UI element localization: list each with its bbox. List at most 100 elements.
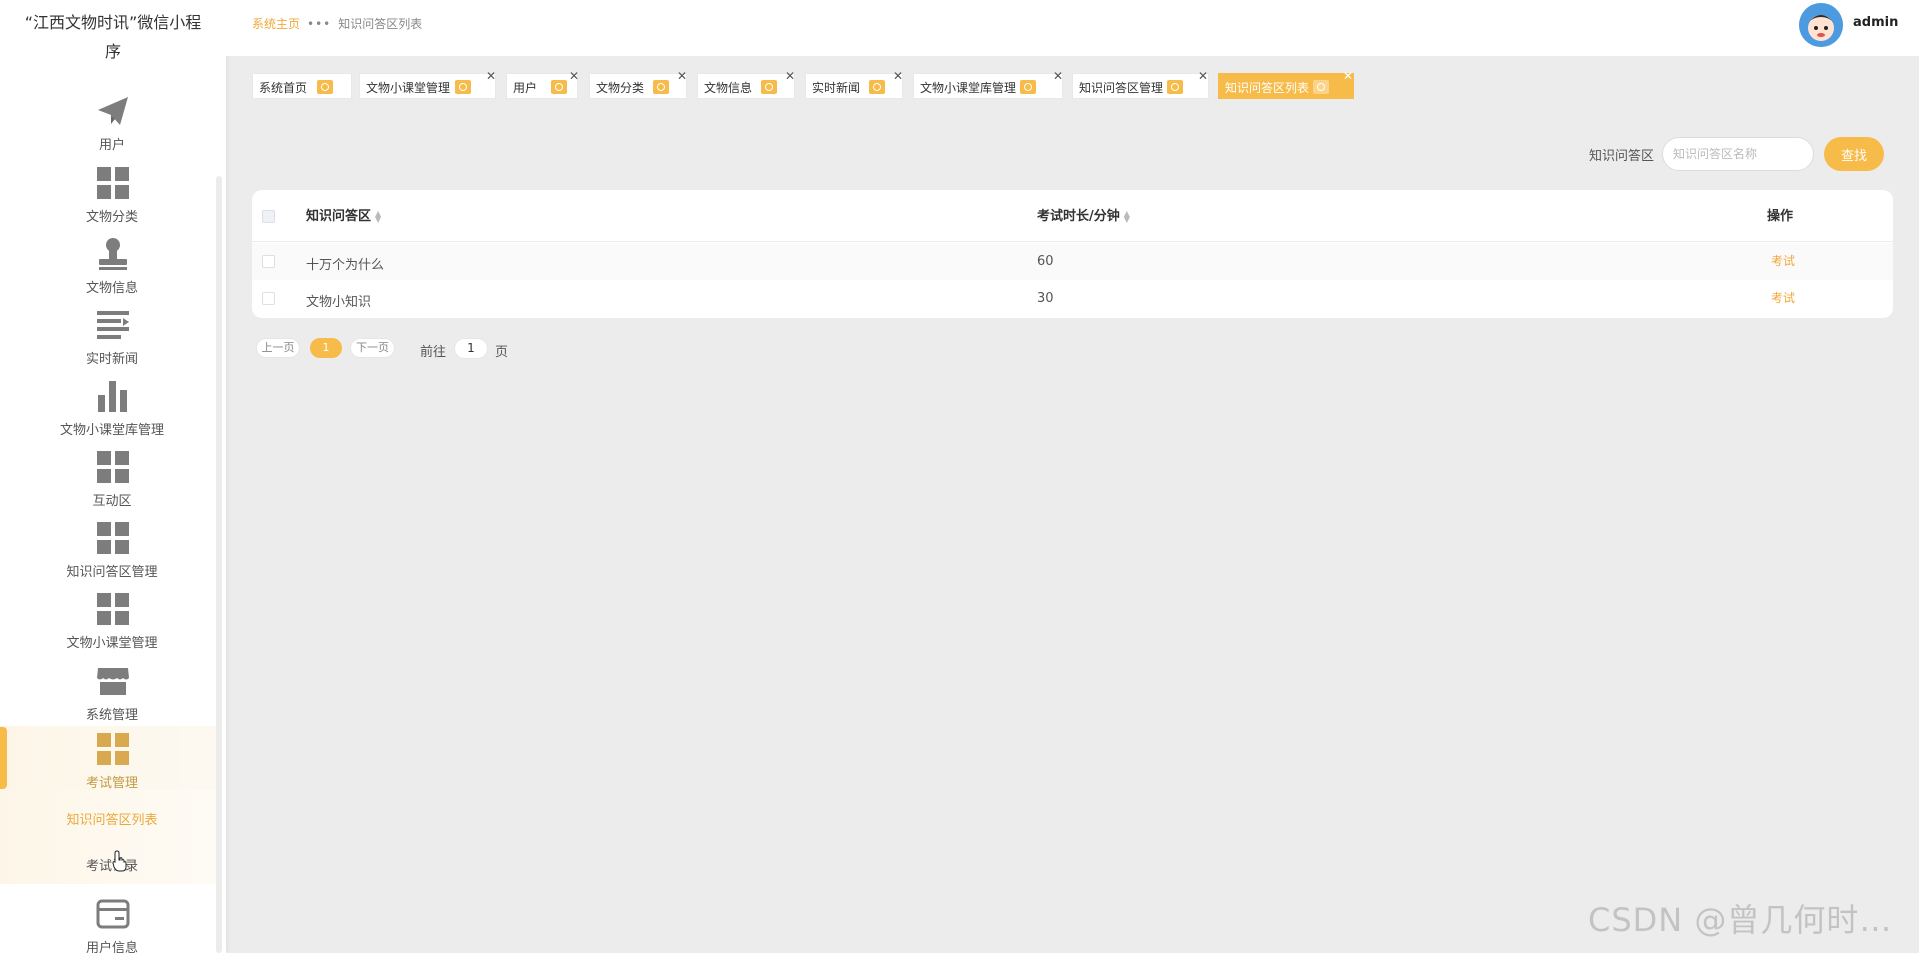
search-label: 知识问答区 bbox=[1589, 149, 1655, 164]
column-header-actions: 操作 bbox=[1767, 209, 1794, 224]
sidebar-item-interaction[interactable]: 互动区 bbox=[0, 446, 220, 516]
tag-qa-management[interactable]: 知识问答区管理 ✕ bbox=[1072, 70, 1209, 99]
sidebar-item-label: 文物信息 bbox=[85, 281, 138, 296]
tag-label: 知识问答区列表 bbox=[1225, 81, 1310, 95]
tag-users[interactable]: 用户 ✕ bbox=[506, 70, 579, 99]
tag-qa-list[interactable]: 知识问答区列表 ✕ bbox=[1218, 70, 1354, 99]
avatar[interactable] bbox=[1799, 3, 1843, 47]
data-table: 知识问答区 ▲ ▼ 考试时长/分钟 ▲ ▼ 操作 十万个为什么 60 考试 文物小知识 … bbox=[252, 190, 1893, 318]
search-button[interactable]: 查找 bbox=[1824, 137, 1884, 171]
sidebar-item-label: 系统管理 bbox=[85, 708, 138, 723]
tag-label: 文物信息 bbox=[704, 81, 753, 95]
paper-plane-icon bbox=[98, 97, 128, 125]
goto-page-input[interactable]: 1 bbox=[454, 338, 488, 359]
tag-badge-icon bbox=[551, 80, 567, 94]
tag-label: 系统首页 bbox=[259, 81, 308, 95]
tag-badge-icon bbox=[1313, 80, 1329, 94]
list-icon bbox=[97, 311, 129, 339]
goto-label: 前往 bbox=[420, 345, 447, 360]
tag-badge-icon bbox=[761, 80, 777, 94]
app-title: “江西文物时讯”微信小程序 bbox=[24, 13, 202, 61]
tag-label: 文物小课堂库管理 bbox=[920, 81, 1017, 95]
sidebar-item-relic-category[interactable]: 文物分类 bbox=[0, 162, 220, 232]
next-page-button[interactable]: 下一页 bbox=[350, 338, 395, 358]
sidebar-item-user-info[interactable]: 用户信息 bbox=[0, 893, 220, 953]
close-icon[interactable]: ✕ bbox=[486, 70, 496, 82]
tag-badge-icon bbox=[455, 80, 471, 94]
tag-classroom-management[interactable]: 文物小课堂管理 ✕ bbox=[359, 70, 496, 99]
prev-page-button[interactable]: 上一页 bbox=[256, 338, 300, 358]
close-icon[interactable]: ✕ bbox=[1053, 70, 1063, 82]
close-icon[interactable]: ✕ bbox=[677, 70, 687, 82]
breadcrumb: 系统主页 ••• 知识问答区列表 bbox=[252, 15, 422, 32]
sidebar-item-label: 考试管理 bbox=[85, 776, 138, 791]
tag-label: 用户 bbox=[513, 81, 538, 95]
sidebar-scrollbar[interactable] bbox=[216, 176, 222, 953]
top-header: 系统主页 ••• 知识问答区列表 admin bbox=[226, 0, 1919, 56]
tag-classroom-library[interactable]: 文物小课堂库管理 ✕ bbox=[913, 70, 1063, 99]
card-icon bbox=[96, 899, 130, 929]
sidebar-item-label: 文物小课堂管理 bbox=[66, 636, 158, 651]
sidebar-item-qa-management[interactable]: 知识问答区管理 bbox=[0, 517, 220, 587]
tag-badge-icon bbox=[1020, 80, 1036, 94]
sidebar-item-exam-management[interactable]: 考试管理 bbox=[0, 726, 220, 796]
sidebar-item-label: 实时新闻 bbox=[85, 352, 138, 367]
tag-label: 知识问答区管理 bbox=[1079, 81, 1164, 95]
sidebar-item-users[interactable]: 用户 bbox=[0, 90, 220, 160]
watermark: CSDN @曾几何时… bbox=[1588, 901, 1893, 939]
close-icon[interactable]: ✕ bbox=[1198, 70, 1208, 82]
stamp-icon bbox=[99, 238, 127, 270]
sidebar-item-classroom-library[interactable]: 文物小课堂库管理 bbox=[0, 375, 220, 445]
avatar-image-icon bbox=[1799, 3, 1843, 47]
row-checkbox[interactable] bbox=[262, 292, 275, 305]
tag-label: 文物分类 bbox=[596, 81, 645, 95]
sidebar-item-system-management[interactable]: 系统管理 bbox=[0, 660, 220, 730]
sidebar-item-relic-info[interactable]: 文物信息 bbox=[0, 233, 220, 303]
table-row: 文物小知识 30 考试 bbox=[252, 280, 1893, 317]
breadcrumb-home[interactable]: 系统主页 bbox=[252, 17, 300, 31]
submenu-item-qa-list[interactable]: 知识问答区列表 bbox=[0, 809, 224, 828]
grid-icon bbox=[97, 451, 129, 483]
tag-label: 文物小课堂管理 bbox=[366, 81, 451, 95]
tag-relic-info[interactable]: 文物信息 ✕ bbox=[697, 70, 795, 99]
grid-icon bbox=[97, 522, 129, 554]
close-icon[interactable]: ✕ bbox=[893, 70, 903, 82]
tag-badge-icon bbox=[1167, 80, 1183, 94]
breadcrumb-separator: ••• bbox=[307, 17, 332, 31]
cell-duration: 30 bbox=[1037, 291, 1054, 306]
sidebar: “江西文物时讯”微信小程序 用户 文物分类 文物信息 实时新闻 文物小课堂库管理… bbox=[0, 0, 226, 953]
bar-chart-icon bbox=[98, 381, 127, 412]
column-header-label: 知识问答区 bbox=[306, 209, 372, 224]
tag-label: 实时新闻 bbox=[812, 81, 861, 95]
sort-icon[interactable]: ▲ ▼ bbox=[375, 209, 381, 223]
breadcrumb-current: 知识问答区列表 bbox=[338, 17, 423, 31]
sidebar-item-news[interactable]: 实时新闻 bbox=[0, 304, 220, 374]
sidebar-item-label: 文物分类 bbox=[85, 210, 138, 225]
search-input[interactable] bbox=[1662, 137, 1814, 171]
close-icon[interactable]: ✕ bbox=[569, 70, 579, 82]
close-icon[interactable]: ✕ bbox=[785, 70, 795, 82]
grid-icon bbox=[97, 733, 129, 765]
select-all-checkbox[interactable] bbox=[262, 210, 275, 223]
sidebar-item-label: 用户信息 bbox=[85, 941, 138, 953]
sidebar-item-classroom-management[interactable]: 文物小课堂管理 bbox=[0, 588, 220, 658]
hand-cursor-icon bbox=[112, 850, 127, 872]
column-header-duration[interactable]: 考试时长/分钟 ▲ ▼ bbox=[1037, 205, 1130, 224]
close-icon[interactable]: ✕ bbox=[1343, 70, 1353, 82]
username[interactable]: admin bbox=[1853, 15, 1898, 30]
sidebar-item-label: 互动区 bbox=[92, 494, 132, 509]
cell-duration: 60 bbox=[1037, 254, 1054, 269]
sidebar-item-label: 文物小课堂库管理 bbox=[59, 423, 164, 438]
grid-icon bbox=[97, 593, 129, 625]
row-checkbox[interactable] bbox=[262, 255, 275, 268]
tag-home[interactable]: 系统首页 bbox=[252, 73, 352, 99]
tag-badge-icon bbox=[869, 80, 885, 94]
sidebar-item-label: 知识问答区管理 bbox=[66, 565, 158, 580]
tag-relic-category[interactable]: 文物分类 ✕ bbox=[589, 70, 687, 99]
exam-link[interactable]: 考试 bbox=[1771, 289, 1795, 306]
sort-icon[interactable]: ▲ ▼ bbox=[1124, 209, 1130, 223]
tag-news[interactable]: 实时新闻 ✕ bbox=[805, 70, 903, 99]
exam-link[interactable]: 考试 bbox=[1771, 252, 1795, 269]
page-number-current[interactable]: 1 bbox=[310, 338, 342, 358]
column-header-name[interactable]: 知识问答区 ▲ ▼ bbox=[306, 205, 381, 224]
